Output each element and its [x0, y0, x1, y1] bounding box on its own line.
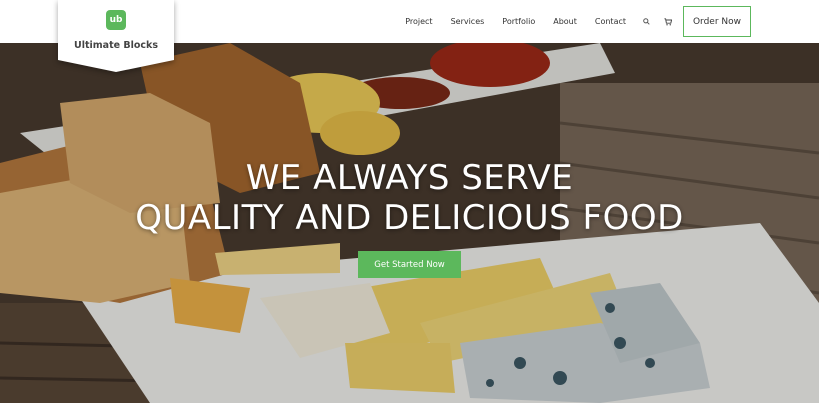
nav-item-portfolio[interactable]: Portfolio — [493, 17, 544, 26]
search-icon[interactable] — [635, 0, 657, 43]
logo-text: Ultimate Blocks — [74, 40, 158, 51]
hero-banner: WE ALWAYS SERVE QUALITY AND DELICIOUS FO… — [0, 43, 819, 403]
cart-icon[interactable] — [657, 0, 679, 43]
nav-item-project[interactable]: Project — [396, 17, 441, 26]
main-nav: Project Services Portfolio About Contact — [396, 0, 679, 43]
nav-item-about[interactable]: About — [544, 17, 586, 26]
hero-heading-line-1: WE ALWAYS SERVE — [245, 158, 574, 198]
get-started-button[interactable]: Get Started Now — [358, 251, 461, 278]
nav-item-services[interactable]: Services — [442, 17, 494, 26]
logo-mark: ub — [106, 10, 126, 30]
order-now-button[interactable]: Order Now — [683, 6, 751, 37]
logo[interactable]: ub Ultimate Blocks — [58, 0, 174, 72]
nav-item-contact[interactable]: Contact — [586, 17, 635, 26]
hero-heading-line-2: QUALITY AND DELICIOUS FOOD — [135, 198, 684, 238]
